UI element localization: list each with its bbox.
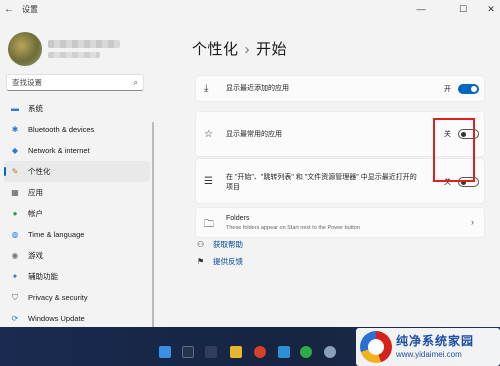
sidebar-item[interactable]: ◆ Network & internet xyxy=(4,140,150,161)
monitor-icon: ▬ xyxy=(11,104,19,113)
sidebar-scrollbar[interactable] xyxy=(152,122,154,327)
folders-description: These folders appear on Start next to th… xyxy=(226,225,360,231)
sidebar-item[interactable]: ◍ Time & language xyxy=(4,224,150,245)
file-explorer-icon[interactable] xyxy=(230,346,242,358)
star-icon: ☆ xyxy=(204,129,213,140)
sidebar-item[interactable]: ● 帐户 xyxy=(4,203,150,224)
search-input[interactable]: 查找设置 ⌕ xyxy=(6,74,144,91)
sidebar-item-label: Privacy & security xyxy=(28,293,88,302)
sidebar-item[interactable]: ⟳ Windows Update xyxy=(4,308,150,327)
app-icon[interactable] xyxy=(278,346,290,358)
wifi-icon: ◆ xyxy=(11,146,19,155)
help-icon: ⚇ xyxy=(197,240,205,249)
back-arrow-icon[interactable]: ← xyxy=(0,4,18,15)
get-help-link[interactable]: ⚇ 获取帮助 xyxy=(197,239,243,250)
folders-label: Folders xyxy=(226,215,250,222)
breadcrumb-current: 开始 xyxy=(256,41,288,58)
red-highlight-box xyxy=(433,118,475,182)
search-placeholder: 查找设置 xyxy=(12,78,42,87)
settings-gear-icon[interactable] xyxy=(324,346,336,358)
main-content: 个性化 › 开始 ⤓ 显示最近添加的应用 开 ☆ 显示最常用的应用 关 ☰ 在 "开… xyxy=(160,18,500,327)
watermark: 纯净系统家园 www.yidaimei.com xyxy=(356,328,500,366)
folder-icon: 🗀 xyxy=(204,219,214,230)
setting-label: 显示最近添加的应用 xyxy=(226,85,289,92)
shield-icon: ⛉ xyxy=(12,292,18,302)
watermark-title: 纯净系统家园 xyxy=(396,334,475,348)
close-icon[interactable]: ✕ xyxy=(476,0,500,18)
task-view-icon[interactable] xyxy=(205,346,217,358)
page-title: 个性化 › 开始 xyxy=(192,38,287,59)
minimize-icon[interactable]: — xyxy=(406,0,436,18)
download-icon: ⤓ xyxy=(204,83,209,94)
toggle-switch[interactable] xyxy=(458,84,479,94)
search-icon: ⌕ xyxy=(133,78,138,87)
window-title: 设置 xyxy=(22,4,38,14)
setting-recent-apps[interactable]: ⤓ 显示最近添加的应用 开 xyxy=(195,75,485,102)
search-taskbar-icon[interactable] xyxy=(182,346,194,358)
sidebar-item-label: Windows Update xyxy=(28,314,85,323)
globe-icon: ◍ xyxy=(11,230,19,239)
sidebar-item[interactable]: ▦ 应用 xyxy=(4,182,150,203)
account-icon: ● xyxy=(12,209,18,218)
sidebar-item-label: 个性化 xyxy=(28,167,51,176)
pen-icon: ✎ xyxy=(11,167,19,176)
sidebar-item-label: 辅助功能 xyxy=(28,272,58,281)
breadcrumb-separator: › xyxy=(244,41,251,58)
update-icon: ⟳ xyxy=(11,314,19,323)
sidebar-item-label: Time & language xyxy=(28,230,85,239)
bluetooth-icon: ✱ xyxy=(11,125,19,134)
chevron-right-icon: › xyxy=(471,217,474,227)
sidebar-item-label: 系统 xyxy=(28,104,43,113)
sidebar-item[interactable]: ✱ Bluetooth & devices xyxy=(4,119,150,140)
accessibility-icon: ✦ xyxy=(11,272,19,281)
give-feedback-label: 提供反馈 xyxy=(213,257,243,266)
sidebar-item-label: 应用 xyxy=(28,188,43,197)
apps-icon: ▦ xyxy=(11,188,19,197)
sidebar-item-label: Bluetooth & devices xyxy=(28,125,95,134)
sidebar-item[interactable]: ▬ 系统 xyxy=(4,98,150,119)
settings-window: ← 设置 — ☐ ✕ 查找设置 ⌕ ▬ 系统 ✱ Bluetooth & device… xyxy=(0,0,500,327)
sidebar-item[interactable]: ◉ 游戏 xyxy=(4,245,150,266)
watermark-logo-icon xyxy=(360,331,392,363)
sidebar-item[interactable]: ⛉ Privacy & security xyxy=(4,287,150,308)
app-icon[interactable] xyxy=(254,346,266,358)
sidebar-item-label: 帐户 xyxy=(28,209,43,218)
sidebar: 查找设置 ⌕ ▬ 系统 ✱ Bluetooth & devices ◆ Network &… xyxy=(0,18,160,327)
sidebar-item[interactable]: ✦ 辅助功能 xyxy=(4,266,150,287)
sidebar-item-label: Network & internet xyxy=(28,146,90,155)
list-icon: ☰ xyxy=(204,176,213,187)
setting-label: 在 "开始"、"跳转列表" 和 "文件资源管理器" 中显示最近打开的项目 xyxy=(226,174,417,191)
setting-folders[interactable]: 🗀 Folders These folders appear on Start … xyxy=(195,207,485,238)
setting-label: 显示最常用的应用 xyxy=(226,131,282,138)
get-help-label: 获取帮助 xyxy=(213,240,243,249)
feedback-icon: ⚑ xyxy=(197,257,205,266)
sidebar-nav: ▬ 系统 ✱ Bluetooth & devices ◆ Network & intern… xyxy=(4,98,150,327)
sidebar-item[interactable]: ✎ 个性化 xyxy=(4,161,150,182)
sidebar-item-label: 游戏 xyxy=(28,251,43,260)
start-icon[interactable] xyxy=(159,346,171,358)
give-feedback-link[interactable]: ⚑ 提供反馈 xyxy=(197,256,243,267)
title-bar: ← 设置 — ☐ ✕ xyxy=(0,0,500,18)
maximize-icon[interactable]: ☐ xyxy=(448,0,478,18)
wechat-icon[interactable] xyxy=(300,346,312,358)
breadcrumb-parent[interactable]: 个性化 xyxy=(192,41,239,58)
watermark-url: www.yidaimei.com xyxy=(396,350,462,359)
gamepad-icon: ◉ xyxy=(11,251,19,260)
user-name-blurred xyxy=(48,40,120,48)
avatar[interactable] xyxy=(8,32,42,66)
toggle-state-label: 开 xyxy=(444,86,451,93)
user-email-blurred xyxy=(48,52,100,58)
